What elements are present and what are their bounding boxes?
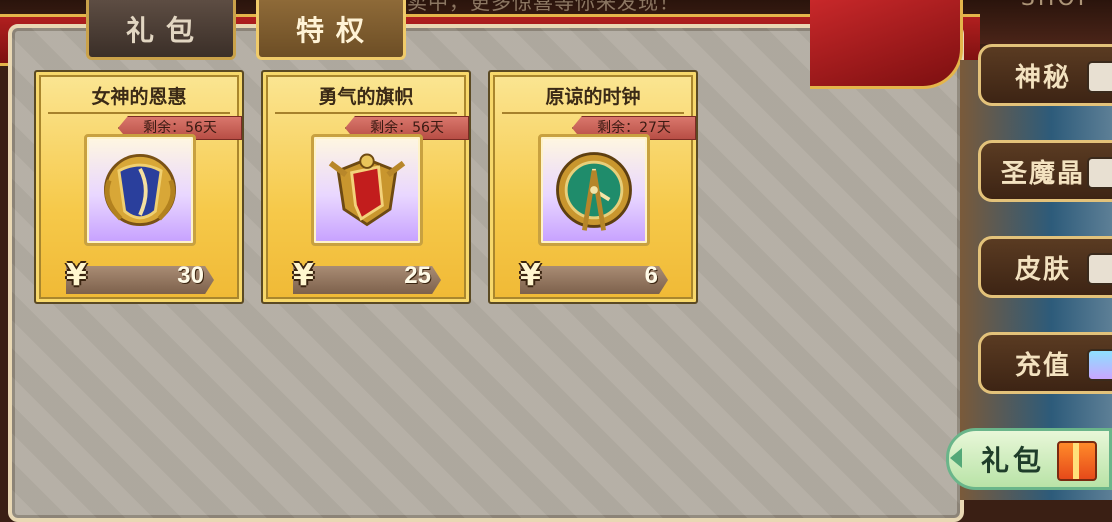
crystal-icon xyxy=(1087,157,1112,189)
price-value[interactable]: 30 xyxy=(177,262,204,290)
card-title: 勇气的旗帜 xyxy=(275,82,457,114)
card-title: 原谅的时钟 xyxy=(502,82,684,114)
costume-icon xyxy=(1087,253,1112,285)
nav-crystal-button[interactable]: 圣魔晶 xyxy=(978,140,1112,202)
emerald-clock-icon xyxy=(538,134,650,246)
gift-box-icon xyxy=(1057,441,1097,481)
yen-icon: ¥ xyxy=(66,258,87,293)
privilege-card[interactable]: 勇气的旗帜 剩余：56天 ¥ 25 xyxy=(261,70,471,304)
tab-gift[interactable]: 礼包 xyxy=(86,0,236,60)
red-banner-crest-icon xyxy=(311,134,423,246)
nav-recharge-label: 充值 xyxy=(1015,350,1072,381)
nav-skin-label: 皮肤 xyxy=(1015,254,1072,285)
yen-icon: ¥ xyxy=(293,258,314,293)
gift-pack-label: 礼包 xyxy=(981,444,1046,477)
privilege-card[interactable]: 女神的恩惠 剩余：56天 ¥ 30 xyxy=(34,70,244,304)
price-value[interactable]: 6 xyxy=(645,262,658,290)
dice-icon xyxy=(1087,61,1112,93)
gem-icon xyxy=(1087,349,1112,381)
nav-mystery-label: 神秘 xyxy=(1015,62,1072,93)
nav-mystery-button[interactable]: 神秘 xyxy=(978,44,1112,106)
nav-skin-button[interactable]: 皮肤 xyxy=(978,236,1112,298)
arrow-left-icon xyxy=(950,448,962,468)
nav-recharge-button[interactable]: 充值 xyxy=(978,332,1112,394)
ribbon-fold xyxy=(810,0,963,89)
card-title: 女神的恩惠 xyxy=(48,82,230,114)
goddess-shield-icon xyxy=(84,134,196,246)
price-value[interactable]: 25 xyxy=(404,262,431,290)
gift-pack-button[interactable]: 礼包 xyxy=(946,428,1112,490)
shop-title: SHOP xyxy=(1021,0,1094,11)
tab-privilege[interactable]: 特权 xyxy=(256,0,406,60)
nav-crystal-label: 圣魔晶 xyxy=(1001,158,1086,189)
privilege-card[interactable]: 原谅的时钟 剩余：27天 ¥ 6 xyxy=(488,70,698,304)
yen-icon: ¥ xyxy=(520,258,541,293)
